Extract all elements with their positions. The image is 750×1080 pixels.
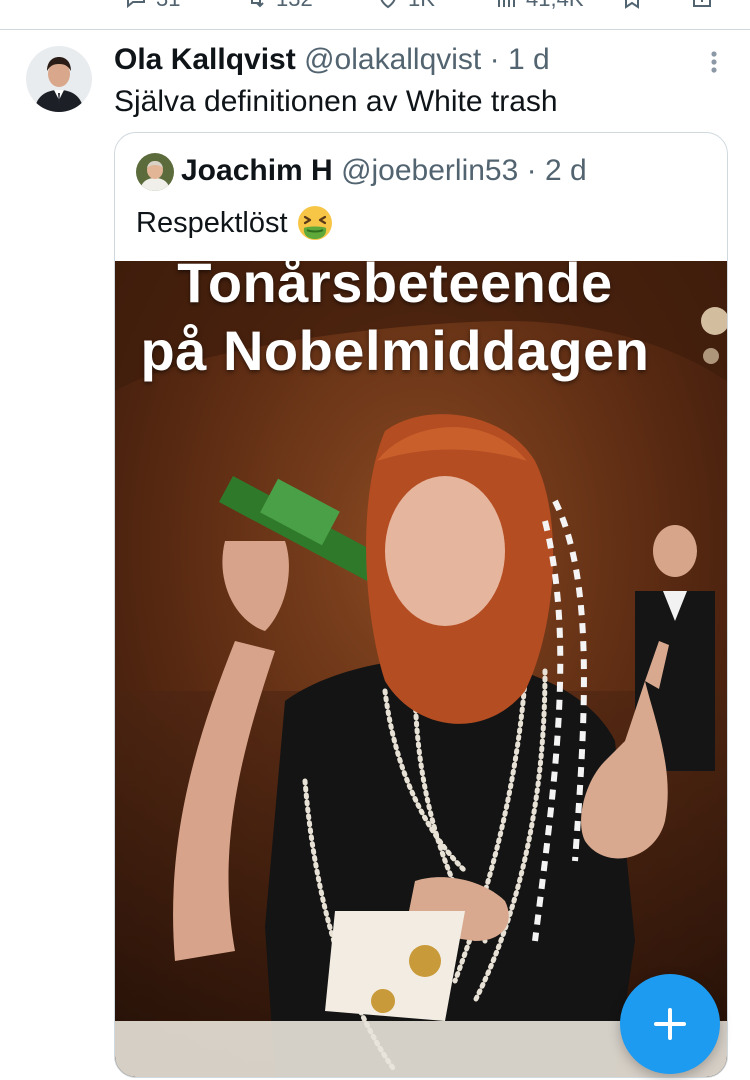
retweet-button[interactable]: 132 (244, 0, 313, 12)
avatar[interactable] (26, 46, 92, 112)
views-icon (498, 0, 515, 7)
quoted-avatar[interactable] (136, 153, 174, 191)
tweet-time[interactable]: 1 d (508, 43, 550, 76)
quoted-tweet-text: Respektlöst (136, 207, 288, 239)
reply-count: 31 (156, 0, 180, 12)
bookmark-button[interactable] (620, 0, 644, 10)
quoted-avatar-image (136, 153, 174, 191)
quoted-separator: · (526, 154, 537, 187)
image-overlay-line-1: Tonårsbeteende (177, 261, 613, 314)
views-button[interactable]: 41,4K (494, 0, 584, 12)
views-count: 41,4K (526, 0, 584, 12)
reply-button[interactable]: 31 (124, 0, 180, 12)
like-icon (380, 0, 396, 9)
quoted-tweet-header: Joachim H @joeberlin53 · 2 d (181, 151, 587, 191)
separator: · (489, 43, 500, 76)
retweet-icon (251, 0, 264, 8)
tweet-divider (0, 29, 750, 30)
quoted-tweet-card[interactable]: Joachim H @joeberlin53 · 2 d Respektlöst (114, 132, 728, 1078)
plus-icon (654, 1008, 686, 1040)
reply-icon (127, 0, 145, 9)
tweet-text: Själva definitionen av White trash (114, 85, 558, 118)
photo-scene (115, 261, 727, 1077)
bookmark-icon (625, 0, 639, 9)
more-vertical-icon (711, 51, 717, 73)
share-button[interactable] (690, 0, 714, 10)
author-handle[interactable]: @olakallqvist (304, 43, 481, 76)
quoted-tweet-image[interactable]: Tonårsbeteende på Nobelmiddagen (115, 261, 727, 1077)
compose-tweet-button[interactable] (620, 974, 720, 1074)
tweet-header: Ola Kallqvist @olakallqvist · 1 d (114, 40, 550, 80)
author-name[interactable]: Ola Kallqvist (114, 43, 296, 76)
like-button[interactable]: 1K (376, 0, 435, 12)
quoted-author-name[interactable]: Joachim H (181, 154, 333, 187)
quoted-author-handle[interactable]: @joeberlin53 (341, 154, 518, 187)
more-options-button[interactable] (700, 48, 728, 76)
quoted-tweet-time[interactable]: 2 d (545, 154, 587, 187)
quoted-tweet-text-row: Respektlöst (136, 203, 334, 243)
retweet-count: 132 (276, 0, 313, 12)
image-overlay-line-2: på Nobelmiddagen (140, 319, 650, 382)
like-count: 1K (408, 0, 435, 12)
nauseated-face-emoji (297, 206, 332, 240)
share-icon (693, 0, 711, 7)
avatar-image (26, 46, 92, 112)
previous-tweet-action-bar: 31 132 1K 41,4K (0, 0, 750, 28)
